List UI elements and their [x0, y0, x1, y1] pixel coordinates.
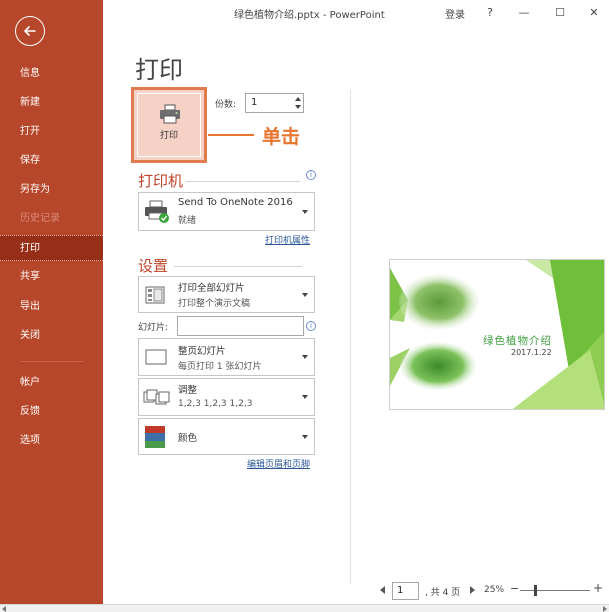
nav-export[interactable]: 导出 — [0, 294, 103, 320]
chevron-down-icon — [302, 209, 308, 214]
all-slides-icon — [145, 286, 165, 304]
sign-in-link[interactable]: 登录 — [445, 6, 465, 21]
zoom-in-button[interactable]: + — [593, 581, 603, 595]
print-button-focus-ring — [137, 93, 201, 157]
printer-dropdown[interactable]: Send To OneNote 2016 就绪 — [138, 192, 315, 231]
page-title: 打印 — [135, 56, 183, 84]
collate-description: 1,2,3 1,2,3 1,2,3 — [178, 399, 253, 409]
printer-info-icon[interactable]: i — [306, 170, 316, 180]
color-icon — [145, 426, 165, 448]
slide-preview: 绿色植物介绍 2017.1.22 — [389, 259, 605, 410]
chevron-down-icon — [302, 395, 308, 399]
page-number-input[interactable]: 1 — [392, 582, 419, 600]
print-range-description: 打印整个演示文稿 — [178, 299, 251, 309]
nav-feedback[interactable]: 反馈 — [0, 399, 103, 425]
full-page-slide-icon — [145, 349, 167, 365]
nav-account[interactable]: 帐户 — [0, 370, 103, 396]
layout-description: 每页打印 1 张幻灯片 — [178, 362, 262, 372]
chevron-down-icon — [302, 434, 308, 439]
window-title: 绿色植物介绍.pptx - PowerPoint — [234, 10, 385, 21]
nav-info[interactable]: 信息 — [0, 61, 103, 87]
page-total: , 共 4 页 — [425, 588, 461, 598]
preview-navigation: 1 , 共 4 页 25% − + — [380, 581, 605, 600]
spin-down-icon[interactable] — [295, 105, 301, 109]
slide-title: 绿色植物介绍 — [483, 335, 552, 347]
copies-spinner — [291, 94, 303, 112]
minimize-button[interactable]: — — [515, 4, 533, 20]
nav-open[interactable]: 打开 — [0, 119, 103, 145]
settings-section-divider — [174, 266, 302, 267]
printer-section-divider — [186, 181, 300, 182]
printer-status: 就绪 — [178, 216, 197, 226]
title-bar: 绿色植物介绍.pptx - PowerPoint 登录 ? — ☐ ✕ — [103, 0, 609, 26]
collated-icon — [143, 389, 170, 405]
zoom-out-button[interactable]: − — [510, 582, 519, 595]
copies-input[interactable]: 1 — [245, 93, 304, 113]
zoom-slider-thumb[interactable] — [534, 585, 537, 596]
nav-options[interactable]: 选项 — [0, 428, 103, 454]
printer-properties-link[interactable]: 打印机属性 — [265, 233, 310, 246]
nav-history: 历史记录 — [20, 213, 60, 224]
scroll-right-icon[interactable] — [603, 606, 607, 612]
copies-value: 1 — [251, 97, 258, 108]
restore-button[interactable]: ☐ — [551, 4, 569, 20]
slide-date: 2017.1.22 — [511, 348, 552, 357]
print-button[interactable]: 打印 — [131, 87, 207, 163]
print-range-value: 打印全部幻灯片 — [178, 283, 245, 294]
printer-icon — [160, 104, 180, 124]
collate-value: 调整 — [178, 385, 198, 396]
help-button[interactable]: ? — [481, 4, 499, 20]
printer-ready-icon — [145, 200, 169, 223]
print-button-label: 打印 — [159, 131, 178, 141]
color-value: 颜色 — [178, 433, 198, 444]
slides-input[interactable] — [177, 316, 304, 336]
collate-dropdown[interactable]: 调整 1,2,3 1,2,3 1,2,3 — [138, 378, 315, 416]
annotation-line — [208, 134, 254, 136]
annotation-text: 单击 — [262, 126, 301, 148]
backstage-sidebar: 信息 新建 打开 保存 另存为 历史记录 打印 共享 导出 关闭 帐户 反馈 选… — [0, 0, 103, 604]
print-range-dropdown[interactable]: 打印全部幻灯片 打印整个演示文稿 — [138, 276, 315, 313]
color-dropdown[interactable]: 颜色 — [138, 418, 315, 455]
printer-name: Send To OneNote 2016 — [178, 197, 293, 208]
layout-dropdown[interactable]: 整页幻灯片 每页打印 1 张幻灯片 — [138, 338, 315, 376]
layout-value: 整页幻灯片 — [178, 346, 226, 357]
back-arrow-icon — [24, 26, 36, 36]
zoom-level[interactable]: 25% — [484, 585, 504, 595]
copies-label: 份数: — [215, 100, 237, 110]
printer-section-title: 打印机 — [138, 172, 184, 190]
settings-section-title: 设置 — [138, 257, 169, 275]
edit-header-footer-link[interactable]: 编辑页眉和页脚 — [247, 457, 310, 470]
scroll-left-icon[interactable] — [2, 606, 6, 612]
nav-close[interactable]: 关闭 — [0, 323, 103, 349]
preview-divider — [350, 90, 351, 584]
nav-divider — [20, 361, 84, 362]
slides-label: 幻灯片: — [138, 323, 169, 333]
nav-new[interactable]: 新建 — [0, 90, 103, 116]
nav-share[interactable]: 共享 — [0, 264, 103, 290]
close-button[interactable]: ✕ — [585, 4, 603, 20]
chevron-down-icon — [302, 355, 308, 359]
back-button[interactable] — [15, 16, 45, 46]
horizontal-scrollbar[interactable] — [0, 604, 609, 612]
nav-print[interactable]: 打印 — [0, 235, 103, 261]
chevron-down-icon — [302, 292, 308, 297]
previous-page-icon[interactable] — [380, 586, 385, 594]
next-page-icon[interactable] — [470, 586, 475, 594]
zoom-slider-track[interactable] — [520, 590, 590, 591]
nav-save[interactable]: 保存 — [0, 148, 103, 174]
spin-up-icon[interactable] — [295, 97, 301, 101]
slides-info-icon[interactable]: i — [306, 321, 316, 331]
nav-save-as[interactable]: 另存为 — [0, 177, 103, 203]
